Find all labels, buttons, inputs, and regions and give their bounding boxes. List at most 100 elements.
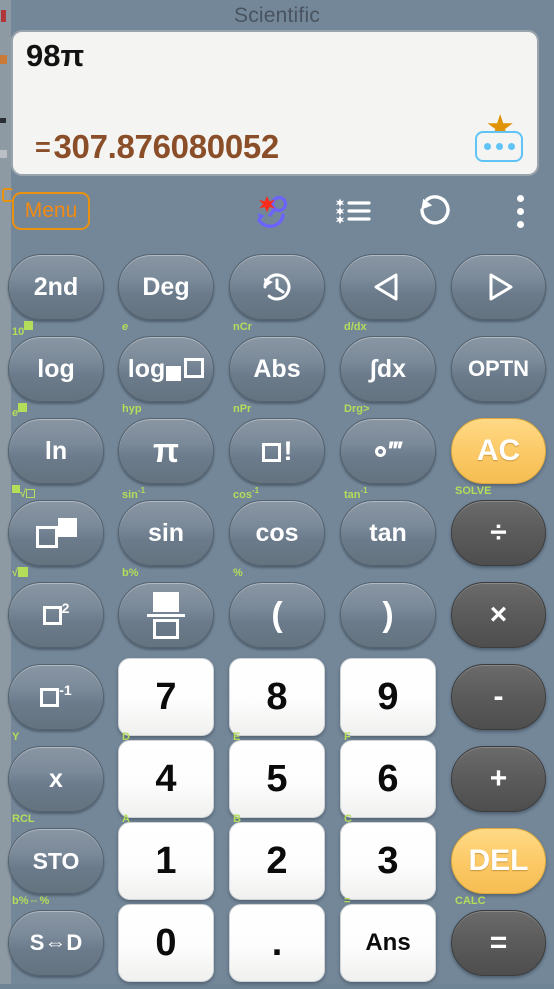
overflow-dot-1 (516, 194, 524, 202)
history-icon (263, 273, 291, 301)
shift-label: Y (12, 731, 20, 743)
key-power[interactable] (8, 500, 104, 566)
key-digit-5[interactable]: 5 (229, 740, 325, 818)
shift-label: tan-1 (344, 486, 368, 501)
overflow-dot-3 (516, 220, 524, 228)
box-squared-icon: 2 (42, 600, 69, 629)
key-ln[interactable]: ln (8, 418, 104, 484)
key-cursor-left[interactable] (340, 254, 436, 320)
ellipsis-icon[interactable] (475, 131, 523, 162)
key-standard-decimal-toggle[interactable]: S⇔D (8, 910, 104, 976)
key-digit-4[interactable]: 4 (118, 740, 214, 818)
sliver-mark-dark (0, 118, 6, 123)
shift-label: SOLVE (455, 485, 492, 497)
keypad-row: √ b% % 2 ( ) × (0, 567, 554, 661)
key-digit-8[interactable]: 8 (229, 658, 325, 736)
calculator-display[interactable]: 98π ★ =307.876080052 (11, 30, 539, 176)
key-pi[interactable]: π (118, 418, 214, 484)
shift-label: cos-1 (233, 486, 260, 501)
key-cursor-right[interactable] (451, 254, 546, 320)
calculator-app: Scientific 98π ★ =307.876080052 Menu 2nd… (0, 0, 554, 984)
result-value: 307.876080052 (53, 128, 279, 165)
key-integral[interactable]: ∫dx (340, 336, 436, 402)
keypad-row: 10 e nCr d/dx log log Abs ∫dx OPTN (0, 321, 554, 415)
result-text: =307.876080052 (35, 128, 279, 166)
key-digit-9[interactable]: 9 (340, 658, 436, 736)
sliver-mark-orange (0, 55, 7, 64)
keypad-row: 2nd Deg (0, 240, 554, 333)
equals-sign: = (35, 132, 51, 162)
key-equals[interactable]: = (451, 910, 546, 976)
key-variable-x[interactable]: x (8, 746, 104, 812)
key-log-base[interactable]: log (118, 336, 214, 402)
key-history[interactable] (229, 254, 325, 320)
box-power-icon (35, 518, 77, 548)
key-store[interactable]: STO (8, 828, 104, 894)
key-tan[interactable]: tan (340, 500, 436, 566)
keypad-row: RCL A B C STO 1 2 3 DEL (0, 813, 554, 907)
list-star-icon[interactable] (332, 190, 376, 232)
key-sin[interactable]: sin (118, 500, 214, 566)
title-bar: Scientific (0, 0, 554, 32)
triangle-right-icon (489, 273, 512, 301)
overflow-dot-2 (516, 207, 524, 215)
bookmark-search-icon[interactable] (250, 190, 294, 232)
keypad-row: Y D E F x 4 5 6 + (0, 731, 554, 825)
key-digit-3[interactable]: 3 (340, 822, 436, 900)
key-fraction[interactable] (118, 582, 214, 648)
key-plus[interactable]: + (451, 746, 546, 812)
key-deg[interactable]: Deg (118, 254, 214, 320)
key-open-paren[interactable]: ( (229, 582, 325, 648)
shift-label: CALC (455, 895, 486, 907)
key-digit-1[interactable]: 1 (118, 822, 214, 900)
keypad-row: -1 7 8 9 - (0, 650, 554, 743)
key-digit-7[interactable]: 7 (118, 658, 214, 736)
shift-label: b% (122, 567, 139, 579)
shift-label: √ (12, 485, 36, 500)
shift-label: √ (12, 567, 29, 579)
shift-label: sin-1 (122, 486, 146, 501)
key-digit-2[interactable]: 2 (229, 822, 325, 900)
shift-label: nPr (233, 403, 252, 415)
key-close-paren[interactable]: ) (340, 582, 436, 648)
key-dms[interactable]: ′′′ (340, 418, 436, 484)
sliver-mark-gray (0, 150, 7, 158)
dot-3 (507, 143, 515, 150)
page-title: Scientific (233, 4, 321, 27)
shift-label: d/dx (344, 321, 367, 333)
dot-1 (483, 143, 491, 150)
key-factorial[interactable]: ! (229, 418, 325, 484)
shift-label: RCL (12, 813, 35, 825)
menu-button[interactable]: Menu (12, 192, 90, 230)
key-digit-6[interactable]: 6 (340, 740, 436, 818)
toolbar: Menu (0, 182, 554, 240)
key-digit-0[interactable]: 0 (118, 904, 214, 982)
key-log[interactable]: log (8, 336, 104, 402)
key-delete[interactable]: DEL (451, 828, 546, 894)
keypad-row: b%⇔% = CALC S⇔D 0 . Ans = (0, 895, 554, 989)
log-subscript-icon: log (128, 357, 205, 382)
key-reciprocal[interactable]: -1 (8, 664, 104, 730)
key-optn[interactable]: OPTN (451, 336, 546, 402)
key-multiply[interactable]: × (451, 582, 546, 648)
shift-label: Drg> (344, 403, 370, 415)
key-square[interactable]: 2 (8, 582, 104, 648)
key-cos[interactable]: cos (229, 500, 325, 566)
keypad: 2nd Deg 10 e nCr d/dx log log Abs ∫dx OP… (0, 240, 554, 984)
key-divide[interactable]: ÷ (451, 500, 546, 566)
box-factorial-icon: ! (261, 436, 293, 467)
key-all-clear[interactable]: AC (451, 418, 546, 484)
degrees-minutes-seconds-icon: ′′′ (374, 438, 403, 465)
key-minus[interactable]: - (451, 664, 546, 730)
key-2nd[interactable]: 2nd (8, 254, 104, 320)
expression-text: 98π (26, 38, 85, 73)
undo-icon[interactable] (412, 190, 456, 232)
key-decimal-point[interactable]: . (229, 904, 325, 982)
triangle-left-icon (374, 273, 398, 301)
key-abs[interactable]: Abs (229, 336, 325, 402)
shift-label: % (233, 567, 243, 579)
shift-label: b%⇔% (12, 895, 50, 907)
key-answer[interactable]: Ans (340, 904, 436, 982)
overflow-menu-icon[interactable] (498, 190, 542, 232)
box-inverse-icon: -1 (40, 682, 72, 711)
